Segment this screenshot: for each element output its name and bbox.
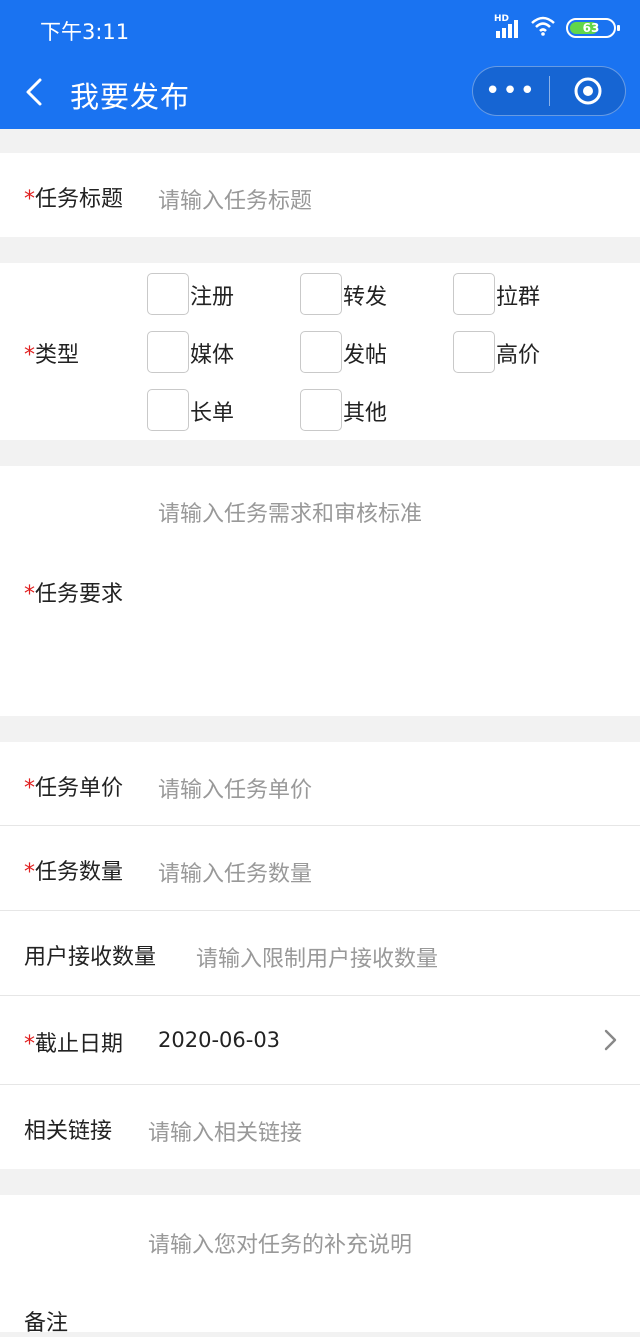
type-checkbox-other[interactable]	[300, 389, 342, 431]
mini-program-capsule: •••	[472, 66, 626, 116]
remark-label: 备注	[24, 1311, 69, 1336]
type-checkbox-forward[interactable]	[300, 273, 342, 315]
type-option-label: 其他	[343, 401, 388, 426]
type-option-label: 媒体	[190, 343, 235, 368]
type-checkbox-post[interactable]	[300, 331, 342, 373]
required-mark: *	[24, 1032, 35, 1057]
remark-textarea[interactable]: 请输入您对任务的补充说明	[148, 1227, 412, 1259]
target-close-icon	[574, 77, 601, 105]
required-mark: *	[24, 860, 35, 885]
required-mark: *	[24, 582, 35, 607]
close-button[interactable]	[550, 67, 625, 115]
deadline-value[interactable]: 2020-06-03	[158, 1028, 280, 1052]
type-checkbox-high-price[interactable]	[453, 331, 495, 373]
title-row: *任务标题 请输入任务标题	[0, 153, 640, 237]
type-checkbox-media[interactable]	[147, 331, 189, 373]
type-option-label: 注册	[190, 285, 235, 310]
title-input[interactable]: 请输入任务标题	[158, 183, 312, 215]
type-checkbox-group[interactable]	[453, 273, 495, 315]
type-label: *类型	[24, 343, 80, 368]
quantity-label: *任务数量	[24, 860, 124, 885]
status-bar: 下午3:11 HD 63	[0, 0, 640, 56]
required-mark: *	[24, 776, 35, 801]
type-option-label: 发帖	[343, 343, 388, 368]
type-option-label: 长单	[190, 401, 235, 426]
quantity-input[interactable]: 请输入任务数量	[158, 856, 312, 888]
type-option-label: 高价	[496, 343, 541, 368]
deadline-label: *截止日期	[24, 1032, 124, 1057]
required-mark: *	[24, 187, 35, 212]
page-title: 我要发布	[70, 80, 191, 114]
requirement-section: 请输入任务需求和审核标准 *任务要求	[0, 466, 640, 716]
price-label: *任务单价	[24, 776, 124, 801]
battery-level: 63	[582, 21, 600, 35]
quantity-row: *任务数量 请输入任务数量	[0, 826, 640, 910]
type-section: *类型 注册 转发 拉群 媒体 发帖 高价 长单 其他	[0, 263, 640, 440]
requirement-label: *任务要求	[24, 582, 124, 607]
type-option-label: 转发	[343, 285, 388, 310]
signal-icon: HD	[494, 14, 520, 39]
title-label: *任务标题	[24, 187, 124, 212]
status-icons: HD 63	[494, 14, 620, 41]
user-quota-input[interactable]: 请输入限制用户接收数量	[196, 941, 438, 973]
back-button[interactable]	[20, 72, 50, 112]
price-input[interactable]: 请输入任务单价	[158, 772, 312, 804]
link-input[interactable]: 请输入相关链接	[148, 1115, 302, 1147]
requirement-textarea[interactable]: 请输入任务需求和审核标准	[158, 496, 422, 528]
type-checkbox-register[interactable]	[147, 273, 189, 315]
battery-icon: 63	[566, 18, 620, 38]
deadline-row[interactable]: *截止日期 2020-06-03	[0, 996, 640, 1084]
chevron-right-icon	[604, 1029, 617, 1051]
link-row: 相关链接 请输入相关链接	[0, 1085, 640, 1169]
user-quota-row: 用户接收数量 请输入限制用户接收数量	[0, 911, 640, 995]
chevron-left-icon	[26, 78, 42, 106]
more-button[interactable]: •••	[473, 67, 549, 115]
required-mark: *	[24, 343, 35, 368]
wifi-icon	[530, 15, 556, 41]
price-row: *任务单价 请输入任务单价	[0, 742, 640, 826]
status-time: 下午3:11	[40, 20, 130, 44]
app-header: 下午3:11 HD 63 我要发布 •••	[0, 0, 640, 129]
link-label: 相关链接	[24, 1119, 113, 1144]
type-option-label: 拉群	[496, 285, 541, 310]
more-dots-icon: •••	[484, 76, 537, 106]
type-checkbox-long-order[interactable]	[147, 389, 189, 431]
remark-section: 请输入您对任务的补充说明 备注	[0, 1195, 640, 1336]
user-quota-label: 用户接收数量	[24, 945, 157, 970]
